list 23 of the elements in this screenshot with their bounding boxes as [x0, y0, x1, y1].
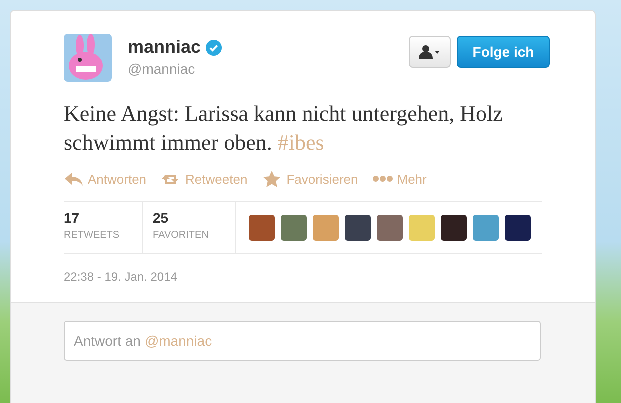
reply-input-field[interactable]: Antwort an @manniac: [64, 321, 541, 361]
tweet-timestamp[interactable]: 22:38 - 19. Jan. 2014: [64, 270, 550, 284]
photo-placeholder[interactable]: [441, 214, 467, 240]
stat-count[interactable]: 25: [153, 210, 223, 226]
tweet-action-link[interactable]: Mehr: [373, 171, 427, 187]
hashtag-link[interactable]: #ibes: [278, 130, 324, 155]
photo-placeholder[interactable]: [345, 214, 371, 240]
tweet-action-link[interactable]: Favorisieren: [262, 171, 358, 187]
stat-label[interactable]: RETWEETS: [64, 230, 130, 241]
star-icon: [262, 171, 283, 187]
reply-arrow-icon: [64, 171, 84, 187]
display-name[interactable]: manniac: [128, 37, 202, 58]
tweet-action-link[interactable]: Antworten: [64, 171, 147, 187]
person-dropdown-icon: [419, 45, 441, 59]
photo-placeholder[interactable]: [505, 214, 531, 240]
follow-button[interactable]: Folge ich: [457, 36, 550, 68]
cartoon-bunny-avatar: [64, 34, 112, 82]
stat-label[interactable]: FAVORITEN: [153, 230, 223, 241]
stat-count[interactable]: 17: [64, 210, 130, 226]
tweet-action-link[interactable]: Retweeten: [162, 171, 248, 187]
user-handle[interactable]: @manniac: [128, 61, 196, 77]
tweet-text: Keine Angst: Larissa kann nicht untergehen, Holz schwimmt immer oben. #ibes: [64, 100, 504, 157]
user-actions-button[interactable]: [409, 36, 451, 68]
